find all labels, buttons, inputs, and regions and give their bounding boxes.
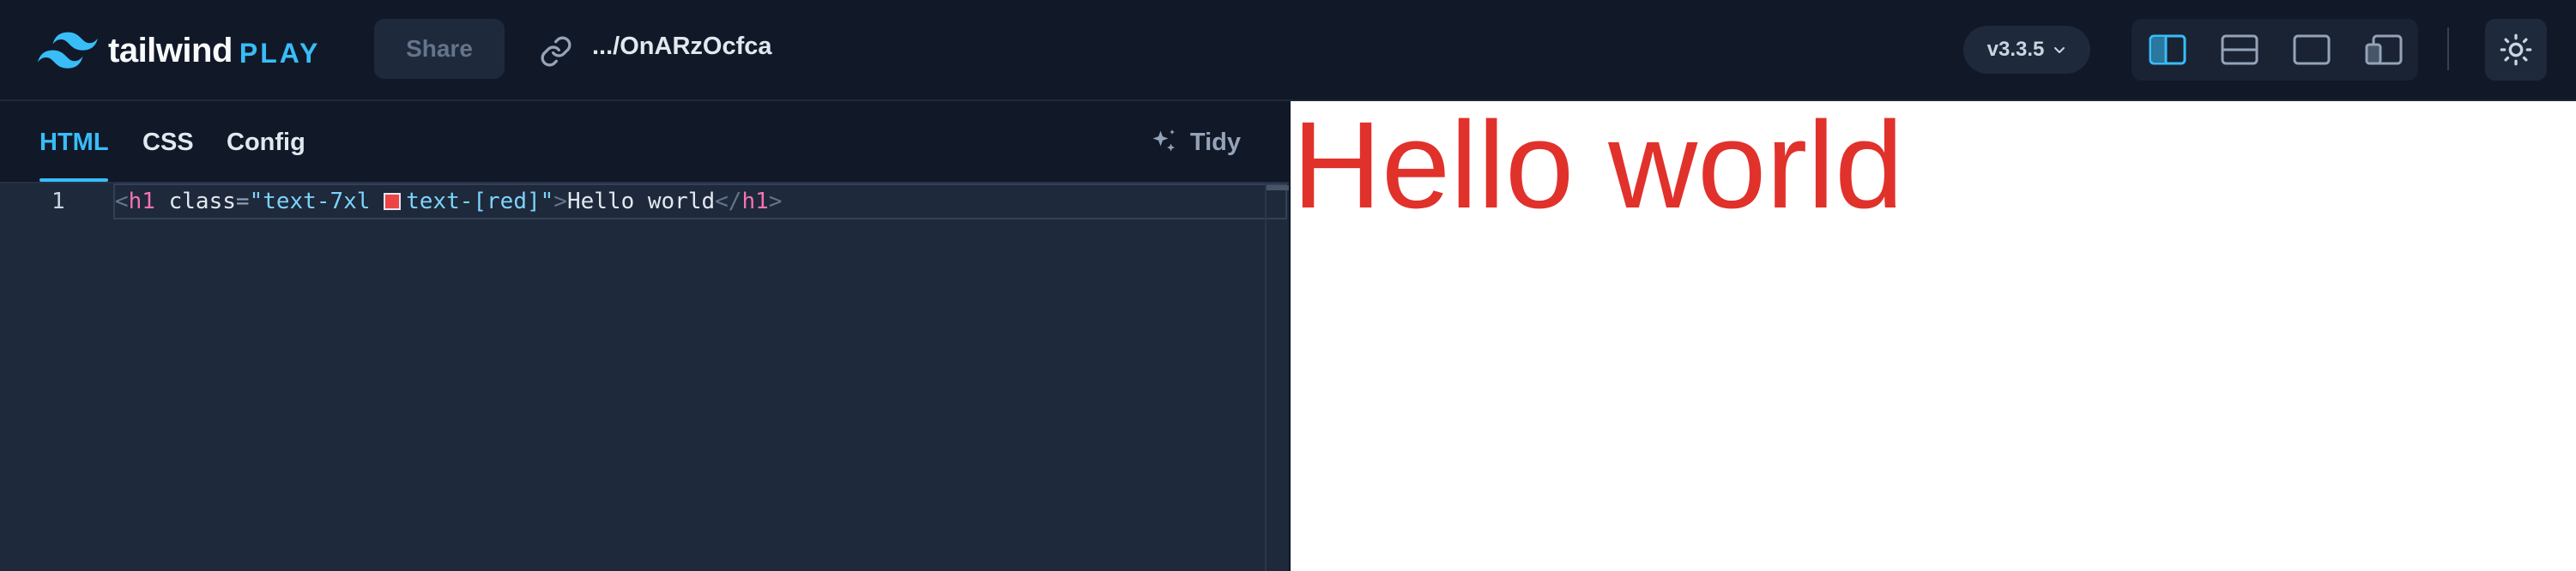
top-bar: tailwind PLAY Share .../OnARzOcfca v3.3.…: [0, 0, 2576, 101]
layout-horizontal-split-button[interactable]: [2221, 31, 2259, 69]
code-attr: class: [168, 189, 236, 214]
editor-tab-bar: HTML CSS Config Tidy: [0, 101, 1289, 183]
code-editor-panel: HTML CSS Config Tidy: [0, 101, 1289, 571]
code-token: <: [115, 189, 129, 214]
tab-css[interactable]: CSS: [142, 129, 194, 157]
version-select[interactable]: v3.3.5: [1963, 26, 2090, 74]
color-swatch[interactable]: [384, 193, 402, 210]
code-token: </: [715, 189, 742, 214]
tailwind-play-logo[interactable]: tailwind PLAY: [38, 29, 320, 72]
version-label: v3.3.5: [1986, 38, 2045, 61]
sun-icon: [2500, 33, 2532, 66]
tab-config[interactable]: Config: [227, 129, 305, 157]
layout-responsive-button[interactable]: [2365, 31, 2403, 69]
toolbar-divider: [2447, 27, 2449, 70]
share-button[interactable]: Share: [374, 19, 505, 79]
split-horizontal-icon: [2221, 34, 2259, 65]
editor-scrollbar-thumb[interactable]: [1267, 185, 1289, 190]
link-icon[interactable]: [539, 34, 573, 69]
share-url[interactable]: .../OnARzOcfca: [592, 33, 772, 61]
tab-html[interactable]: HTML: [39, 129, 109, 157]
layout-vertical-split-button[interactable]: [2149, 31, 2186, 69]
code-tag: h1: [741, 189, 769, 214]
brand-name: tailwind: [108, 31, 233, 69]
code-token: >: [553, 189, 567, 214]
code-string: text-[red]": [406, 189, 554, 214]
split-vertical-icon: [2149, 34, 2186, 65]
chevron-down-icon: [2054, 47, 2065, 53]
layout-preview-only-button[interactable]: [2293, 31, 2331, 69]
preview-pane: Hello world: [1291, 101, 2576, 571]
code-string: "text-7xl: [249, 189, 384, 214]
sparkles-icon: [1152, 129, 1175, 152]
code-line[interactable]: <h1 class="text-7xl text-[red]">Hello wo…: [115, 187, 782, 216]
responsive-icon: [2365, 34, 2403, 65]
preview-heading: Hello world: [1292, 96, 1904, 234]
line-number: 1: [51, 189, 65, 214]
code-token: =: [235, 189, 250, 214]
tidy-button[interactable]: Tidy: [1149, 127, 1241, 158]
tidy-label: Tidy: [1189, 128, 1241, 156]
code-tag: h1: [128, 189, 155, 214]
layout-switcher: [2132, 19, 2418, 81]
preview-only-icon: [2293, 34, 2331, 65]
tailwind-logo-icon: [38, 32, 98, 69]
theme-toggle-button[interactable]: [2485, 19, 2547, 81]
code-text: Hello world: [566, 189, 716, 214]
brand-suffix: PLAY: [239, 37, 321, 69]
editor-scrollbar[interactable]: [1265, 183, 1289, 571]
code-token: >: [768, 189, 783, 214]
code-area[interactable]: [0, 183, 1289, 571]
active-tab-indicator: [39, 178, 108, 182]
